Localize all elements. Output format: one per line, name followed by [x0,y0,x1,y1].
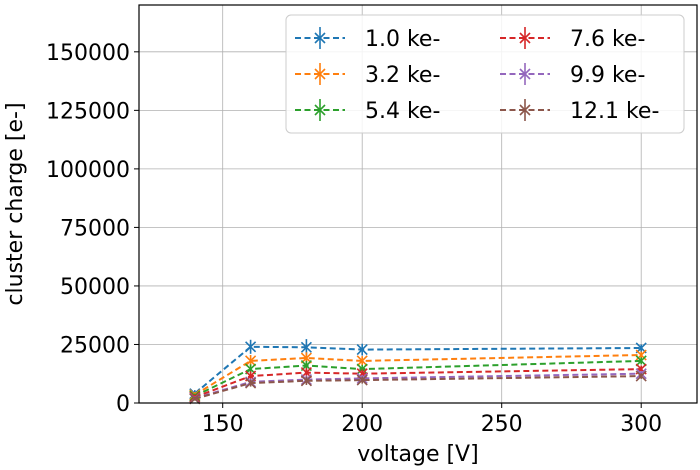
x-tick-label: 300 [620,412,662,437]
y-tick-label: 0 [116,392,130,417]
x-axis: 150 200 250 300 [202,403,662,437]
legend-label: 9.9 ke- [570,63,645,88]
series-line [194,359,642,397]
y-tick-label: 150000 [46,41,130,66]
legend-label: 5.4 ke- [365,99,440,124]
series-4 [189,363,647,403]
y-tick-label: 125000 [46,99,130,124]
chart: 150 200 250 300 0 25000 50000 75000 100000 12500… [3,4,698,467]
y-axis-label: cluster charge [e-] [3,102,28,305]
series-line [194,375,642,400]
y-tick-label: 25000 [60,333,130,358]
y-axis: 0 25000 50000 75000 100000 125000 150000 [46,41,139,417]
legend-label: 3.2 ke- [365,63,440,88]
series-5 [189,368,647,404]
x-tick-label: 250 [481,412,523,437]
series-3 [189,355,647,402]
legend-label: 12.1 ke- [570,99,659,124]
series-layer [189,339,647,405]
y-tick-label: 100000 [46,158,130,183]
legend-label: 7.6 ke- [570,27,645,52]
legend-label: 1.0 ke- [365,27,440,52]
y-tick-label: 50000 [60,275,130,300]
y-tick-label: 75000 [60,216,130,241]
x-tick-label: 150 [202,412,244,437]
x-axis-label: voltage [V] [357,442,478,467]
x-tick-label: 200 [341,412,383,437]
legend: 1.0 ke- 3.2 ke- 5.4 ke- 7.6 ke- 9.9 ke- 12.1 … [285,14,685,134]
